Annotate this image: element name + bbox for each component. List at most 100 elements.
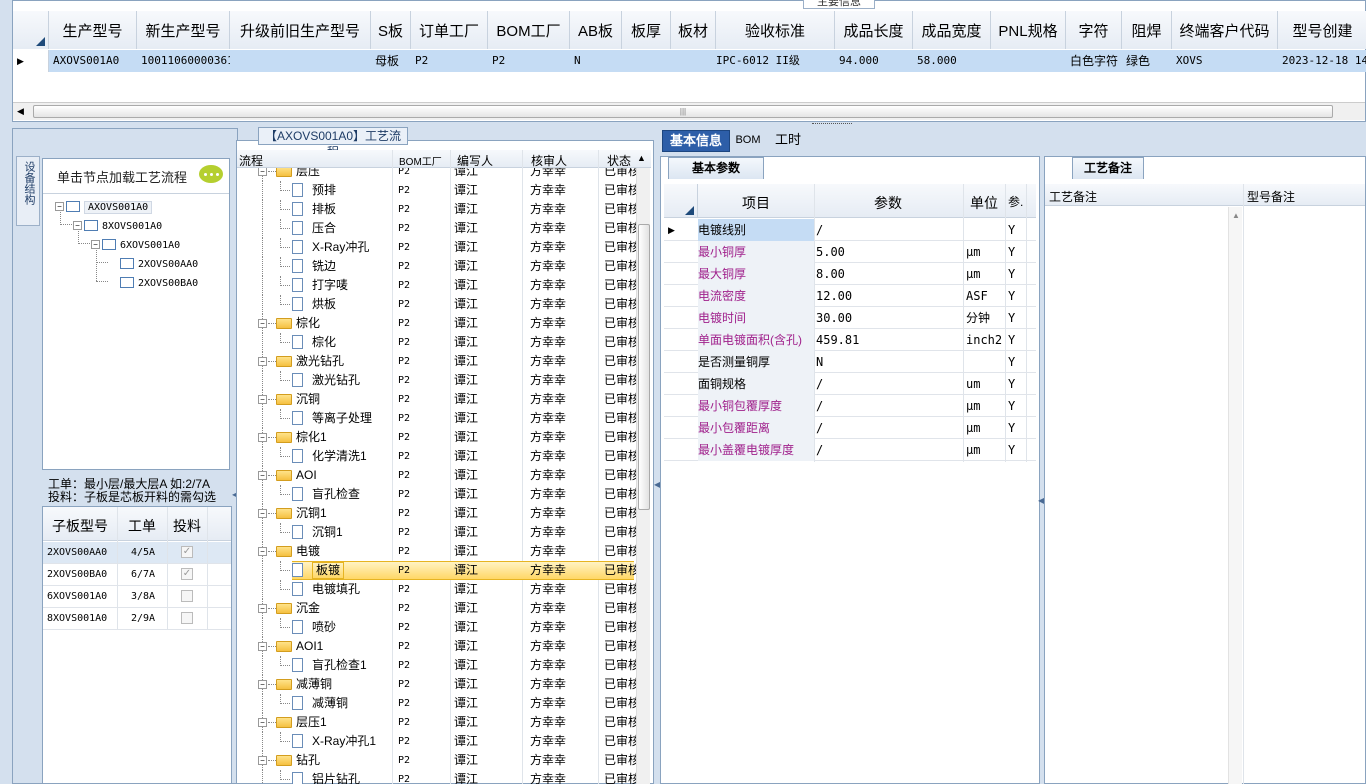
param-value[interactable]: 12.00 xyxy=(816,285,962,307)
param-row[interactable]: 单面电镀面积(含孔) 459.81 inch2 Y xyxy=(664,329,1036,351)
flow-step-row[interactable]: 减薄铜 P2 谭江 方幸幸 已审核 xyxy=(238,694,638,713)
row-cell[interactable]: P2 xyxy=(411,50,488,72)
row-cell[interactable] xyxy=(230,50,371,72)
flow-step-row[interactable]: 压合 P2 谭江 方幸幸 已审核 xyxy=(238,219,638,238)
col-header[interactable]: 终端客户代码 xyxy=(1172,11,1278,49)
row-cell[interactable]: P2 xyxy=(488,50,570,72)
param-col-unit[interactable]: 单位 xyxy=(970,193,998,213)
col-header[interactable]: 成品宽度 xyxy=(913,11,991,49)
col-header[interactable]: 成品长度 xyxy=(835,11,913,49)
row-cell[interactable] xyxy=(622,50,671,72)
flow-step-row[interactable]: 盲孔检查1 P2 谭江 方幸幸 已审核 xyxy=(238,656,638,675)
param-value[interactable]: 5.00 xyxy=(816,241,962,263)
flow-step-row[interactable]: 喷砂 P2 谭江 方幸幸 已审核 xyxy=(238,618,638,637)
col-header[interactable]: S板 xyxy=(371,11,411,49)
col-header[interactable]: BOM工厂 xyxy=(488,11,570,49)
flow-step-row[interactable]: X-Ray冲孔1 P2 谭江 方幸幸 已审核 xyxy=(238,732,638,751)
param-row[interactable]: ▶ 电镀线别 / Y xyxy=(664,219,1036,241)
grid-corner[interactable] xyxy=(13,11,49,49)
flow-col-status[interactable]: 状态 xyxy=(607,152,631,169)
flow-step-row[interactable]: 化学清洗1 P2 谭江 方幸幸 已审核 xyxy=(238,447,638,466)
param-row[interactable]: 电镀时间 30.00 分钟 Y xyxy=(664,307,1036,329)
flow-group-row[interactable]: − AOI P2 谭江 方幸幸 已审核 xyxy=(238,466,638,485)
model-remarks-col[interactable]: 型号备注 xyxy=(1247,188,1295,205)
row-cell[interactable]: 2023-12-18 14:26: xyxy=(1278,50,1366,72)
param-row[interactable]: 最小盖覆电镀厚度 / μm Y xyxy=(664,439,1036,461)
param-value[interactable]: N xyxy=(816,351,962,373)
param-row[interactable]: 最小包覆距离 / μm Y xyxy=(664,417,1036,439)
tab-hours[interactable]: 工时 xyxy=(766,130,810,152)
param-value[interactable]: 30.00 xyxy=(816,307,962,329)
row-cell[interactable]: AXOVS001A0 xyxy=(49,50,137,72)
flow-group-row[interactable]: − 沉铜 P2 谭江 方幸幸 已审核 xyxy=(238,390,638,409)
row-cell[interactable]: XOVS xyxy=(1172,50,1278,72)
flow-vertical-scrollbar[interactable] xyxy=(636,168,650,784)
param-row[interactable]: 最小铜厚 5.00 μm Y xyxy=(664,241,1036,263)
flow-group-row[interactable]: − 沉铜1 P2 谭江 方幸幸 已审核 xyxy=(238,504,638,523)
tab-basic-info[interactable]: 基本信息 xyxy=(662,130,730,152)
remarks-scrollbar[interactable]: ▲ xyxy=(1228,207,1242,784)
flow-col-reviewer[interactable]: 核审人 xyxy=(531,152,567,169)
collapse-toggle[interactable]: − xyxy=(258,642,267,651)
row-cell[interactable]: 母板 xyxy=(371,50,411,72)
flow-col-name[interactable]: 流程 xyxy=(239,152,263,169)
row-indicator[interactable]: ▶ xyxy=(13,50,49,72)
param-row[interactable]: 面铜规格 / um Y xyxy=(664,373,1036,395)
tab-bom[interactable]: BOM xyxy=(730,130,766,152)
col-header[interactable]: 板材 xyxy=(671,11,716,49)
flow-step-row[interactable]: 铣边 P2 谭江 方幸幸 已审核 xyxy=(238,257,638,276)
flow-col-bom[interactable]: BOM工厂 xyxy=(399,153,442,168)
row-cell[interactable]: 白色字符 xyxy=(1066,50,1122,72)
scroll-left-arrow[interactable]: ◀ xyxy=(17,106,24,117)
collapse-toggle[interactable]: − xyxy=(258,547,267,556)
flow-group-row[interactable]: − 沉金 P2 谭江 方幸幸 已审核 xyxy=(238,599,638,618)
horizontal-scrollbar[interactable]: ◀ ||| xyxy=(13,102,1365,120)
flow-group-row[interactable]: − 棕化1 P2 谭江 方幸幸 已审核 xyxy=(238,428,638,447)
row-cell[interactable]: 94.000 xyxy=(835,50,913,72)
param-row[interactable]: 最小铜包覆厚度 / μm Y xyxy=(664,395,1036,417)
collapse-toggle[interactable]: − xyxy=(258,168,267,176)
flow-step-row[interactable]: X-Ray冲孔 P2 谭江 方幸幸 已审核 xyxy=(238,238,638,257)
row-cell[interactable]: 10011060000361 xyxy=(137,50,230,72)
param-col-flag[interactable]: 参. xyxy=(1008,193,1023,210)
scroll-up-arrow[interactable]: ▲ xyxy=(637,153,646,163)
collapse-toggle[interactable]: − xyxy=(258,433,267,442)
flow-group-row[interactable]: − 激光钻孔 P2 谭江 方幸幸 已审核 xyxy=(238,352,638,371)
collapse-toggle[interactable]: − xyxy=(258,357,267,366)
collapse-toggle[interactable]: − xyxy=(258,471,267,480)
param-grid-corner[interactable] xyxy=(664,184,698,218)
flow-group-row[interactable]: − 层压1 P2 谭江 方幸幸 已审核 xyxy=(238,713,638,732)
col-header[interactable]: 型号创建 xyxy=(1278,11,1366,49)
flow-group-row[interactable]: − 棕化 P2 谭江 方幸幸 已审核 xyxy=(238,314,638,333)
param-value[interactable]: / xyxy=(816,395,962,417)
process-remarks-col[interactable]: 工艺备注 xyxy=(1049,188,1097,205)
remarks-tab[interactable]: 工艺备注 xyxy=(1072,157,1144,179)
flow-step-row[interactable]: 激光钻孔 P2 谭江 方幸幸 已审核 xyxy=(238,371,638,390)
col-header[interactable]: 板厚 xyxy=(622,11,671,49)
row-cell[interactable]: N xyxy=(570,50,622,72)
col-header[interactable]: AB板 xyxy=(570,11,622,49)
basic-params-tab[interactable]: 基本参数 xyxy=(668,157,764,179)
collapse-toggle[interactable]: − xyxy=(258,718,267,727)
row-cell[interactable] xyxy=(991,50,1066,72)
param-value[interactable]: / xyxy=(816,373,962,395)
param-value[interactable]: 459.81 xyxy=(816,329,962,351)
row-cell[interactable]: IPC-6012 II级 xyxy=(716,50,835,72)
row-cell[interactable] xyxy=(671,50,716,72)
col-header[interactable]: 新生产型号 xyxy=(137,11,230,49)
col-header[interactable]: 字符 xyxy=(1066,11,1122,49)
col-header[interactable]: 订单工厂 xyxy=(411,11,488,49)
param-value[interactable]: 8.00 xyxy=(816,263,962,285)
flow-col-writer[interactable]: 编写人 xyxy=(457,152,493,169)
param-value[interactable]: / xyxy=(816,439,962,461)
param-col-value[interactable]: 参数 xyxy=(874,193,902,213)
param-value[interactable]: / xyxy=(816,417,962,439)
collapse-toggle[interactable]: − xyxy=(258,319,267,328)
flow-group-row[interactable]: − 减薄铜 P2 谭江 方幸幸 已审核 xyxy=(238,675,638,694)
row-cell[interactable]: 绿色 xyxy=(1122,50,1172,72)
flow-step-row[interactable]: 板镀 P2 谭江 方幸幸 已审核 xyxy=(238,561,638,580)
flow-step-row[interactable]: 烘板 P2 谭江 方幸幸 已审核 xyxy=(238,295,638,314)
flow-group-row[interactable]: − AOI1 P2 谭江 方幸幸 已审核 xyxy=(238,637,638,656)
flow-step-row[interactable]: 电镀填孔 P2 谭江 方幸幸 已审核 xyxy=(238,580,638,599)
collapse-toggle[interactable]: − xyxy=(258,756,267,765)
